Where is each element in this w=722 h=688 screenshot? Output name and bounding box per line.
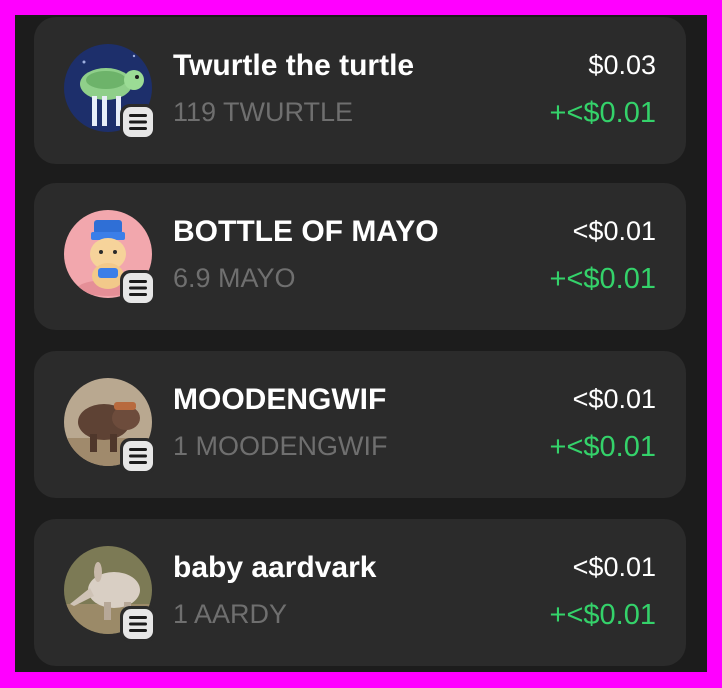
token-change: +<$0.01 [549,263,656,295]
solana-icon [123,609,153,639]
chain-badge [120,438,156,474]
chain-badge [120,606,156,642]
token-row-twurtle[interactable]: Twurtle the turtle 119 TWURTLE $0.03 +<$… [34,17,686,164]
token-avatar [64,378,156,474]
token-change: +<$0.01 [549,599,656,631]
token-row-moodengwif[interactable]: MOODENGWIF 1 MOODENGWIF <$0.01 +<$0.01 [34,351,686,498]
token-row-aardvark[interactable]: baby aardvark 1 AARDY <$0.01 +<$0.01 [34,519,686,666]
token-avatar [64,546,156,642]
token-name: BOTTLE OF MAYO [173,215,439,248]
token-row-mayo[interactable]: BOTTLE OF MAYO 6.9 MAYO <$0.01 +<$0.01 [34,183,686,330]
solana-icon [123,107,153,137]
chain-badge [120,270,156,306]
token-name: MOODENGWIF [173,383,387,416]
token-name: baby aardvark [173,551,377,584]
token-change: +<$0.01 [549,431,656,463]
token-change: +<$0.01 [549,97,656,129]
token-avatar [64,44,156,140]
token-value: <$0.01 [572,216,656,246]
token-value: <$0.01 [572,552,656,582]
token-amount: 1 MOODENGWIF [173,431,388,461]
token-avatar [64,210,156,306]
token-value: <$0.01 [572,384,656,414]
chain-badge [120,104,156,140]
token-value: $0.03 [588,50,656,80]
token-name: Twurtle the turtle [173,49,415,82]
token-amount: 1 AARDY [173,599,288,629]
solana-icon [123,273,153,303]
solana-icon [123,441,153,471]
token-amount: 6.9 MAYO [173,263,296,293]
token-amount: 119 TWURTLE [173,97,354,127]
token-list: Twurtle the turtle 119 TWURTLE $0.03 +<$… [15,15,707,672]
